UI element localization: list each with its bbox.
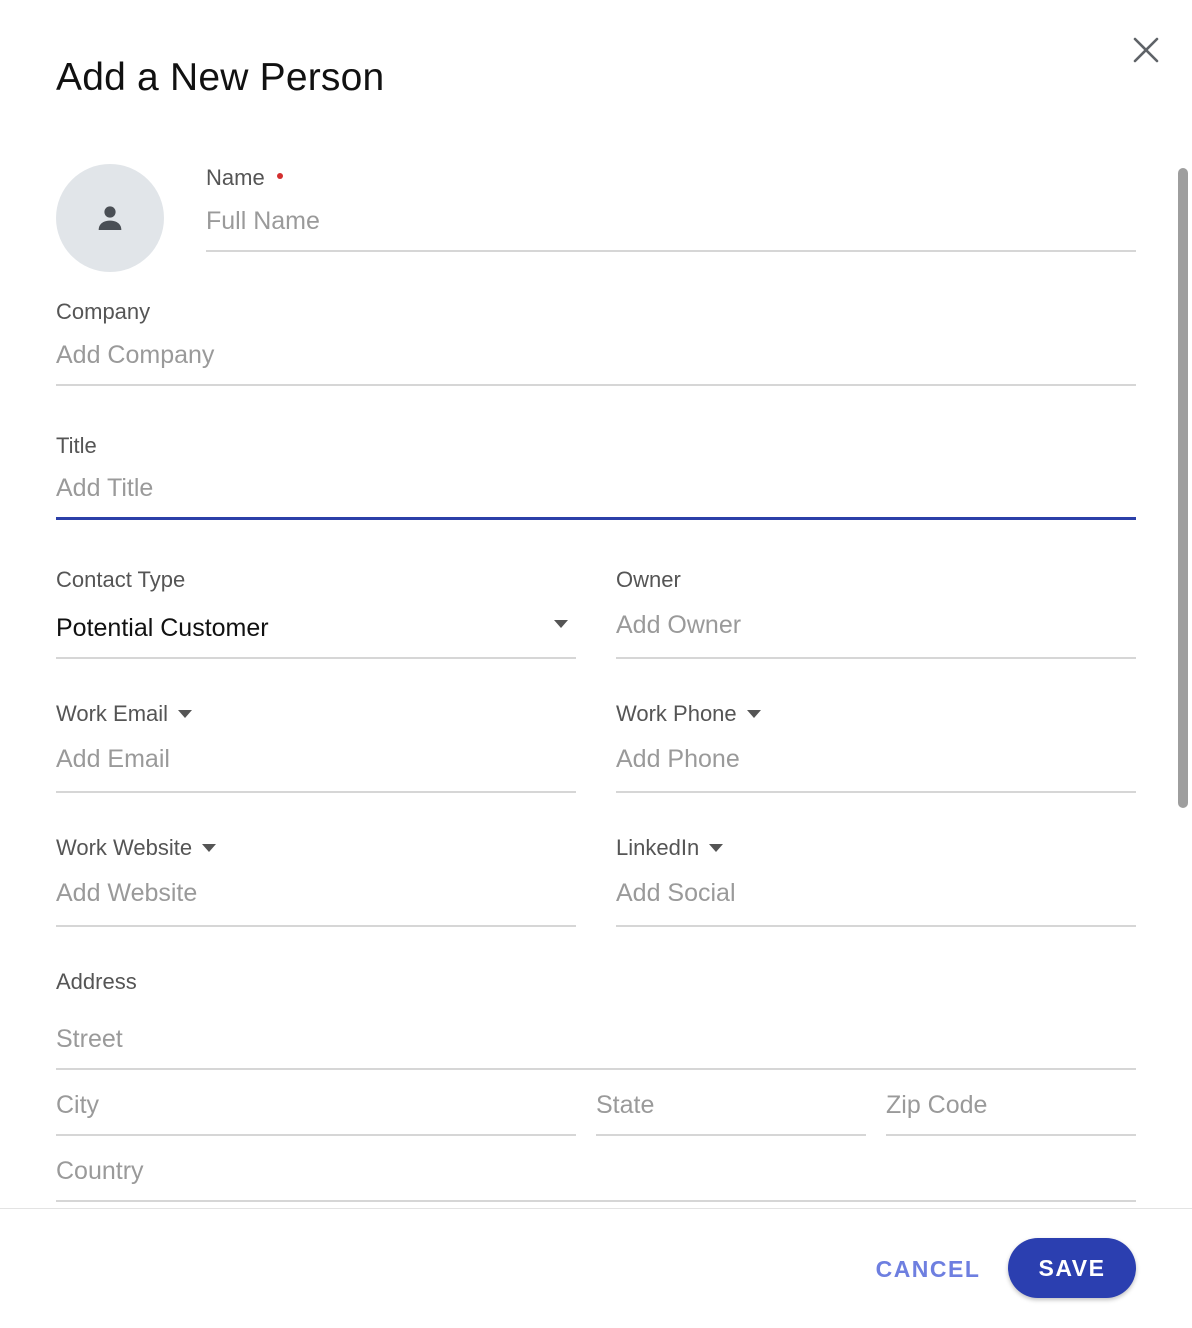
title-label: Title — [56, 433, 97, 458]
scrollbar[interactable] — [1178, 168, 1188, 808]
contact-type-value: Potential Customer — [56, 614, 269, 642]
website-field: Work Website — [56, 834, 576, 927]
zip-input[interactable] — [886, 1090, 1136, 1120]
city-input[interactable] — [56, 1090, 576, 1120]
title-field: Title — [56, 432, 1136, 520]
footer-divider — [0, 1208, 1192, 1209]
country-field — [56, 1142, 1136, 1202]
scrollbar-thumb[interactable] — [1178, 168, 1188, 808]
owner-field: Owner — [616, 566, 1136, 659]
owner-input[interactable] — [616, 611, 1136, 640]
social-type-selector[interactable]: LinkedIn — [616, 834, 1136, 862]
company-label: Company — [56, 299, 151, 324]
contact-type-field: Contact Type Potential Customer — [56, 566, 576, 659]
address-label-wrap: Address — [56, 968, 1136, 996]
social-input[interactable] — [616, 879, 1136, 908]
country-input[interactable] — [56, 1156, 1136, 1186]
phone-label: Work Phone — [616, 701, 737, 726]
name-input[interactable] — [206, 206, 1136, 236]
phone-field: Work Phone — [616, 700, 1136, 793]
social-label: LinkedIn — [616, 835, 700, 860]
company-field: Company — [56, 298, 1136, 386]
contact-type-select[interactable]: Potential Customer — [56, 594, 576, 659]
close-button[interactable] — [1124, 28, 1168, 72]
state-field — [596, 1076, 866, 1136]
cancel-button[interactable]: CANCEL — [860, 1240, 996, 1298]
caret-down-icon — [746, 710, 761, 718]
owner-label: Owner — [616, 567, 681, 592]
add-person-dialog: Add a New Person Name Company Title — [0, 0, 1192, 1328]
name-field: Name — [206, 164, 1136, 252]
person-icon — [98, 206, 122, 230]
website-label: Work Website — [56, 835, 193, 860]
website-input[interactable] — [56, 879, 576, 908]
caret-down-icon — [554, 620, 568, 628]
title-input[interactable] — [56, 474, 1136, 503]
caret-down-icon — [202, 844, 217, 852]
state-input[interactable] — [596, 1090, 866, 1120]
company-input[interactable] — [56, 340, 1136, 370]
phone-input[interactable] — [616, 745, 1136, 774]
phone-type-selector[interactable]: Work Phone — [616, 700, 1136, 728]
close-icon — [1133, 37, 1159, 63]
email-field: Work Email — [56, 700, 576, 793]
dialog-title: Add a New Person — [56, 56, 385, 99]
street-field — [56, 1010, 1136, 1070]
contact-type-label: Contact Type — [56, 567, 186, 592]
city-field — [56, 1076, 576, 1136]
caret-down-icon — [178, 710, 193, 718]
street-input[interactable] — [56, 1024, 1136, 1054]
caret-down-icon — [709, 844, 724, 852]
name-label: Name — [206, 165, 265, 190]
email-input[interactable] — [56, 745, 576, 774]
save-button[interactable]: SAVE — [1008, 1238, 1136, 1298]
website-type-selector[interactable]: Work Website — [56, 834, 576, 862]
address-label: Address — [56, 969, 137, 994]
avatar-upload[interactable] — [56, 164, 164, 272]
email-label: Work Email — [56, 701, 169, 726]
email-type-selector[interactable]: Work Email — [56, 700, 576, 728]
social-field: LinkedIn — [616, 834, 1136, 927]
required-indicator — [276, 173, 283, 179]
zip-field — [886, 1076, 1136, 1136]
